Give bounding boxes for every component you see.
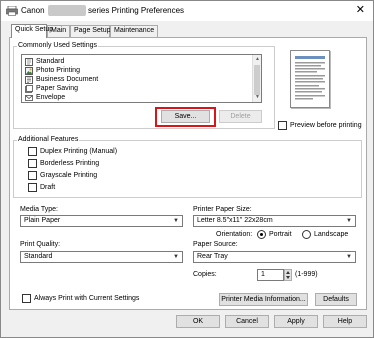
close-icon[interactable]: ✕ [356, 4, 365, 16]
draft-label: Draft [40, 184, 56, 191]
redacted-model-name [48, 5, 86, 16]
radio-unselected[interactable] [302, 230, 311, 239]
document-icon [25, 75, 33, 84]
paper-saving-icon [25, 84, 33, 93]
list-item-label: Envelope [36, 94, 66, 101]
list-item[interactable]: Business Document [25, 75, 98, 84]
page-preview [290, 50, 330, 108]
copies-range: (1-999) [295, 271, 318, 278]
paper-source-label: Paper Source: [193, 241, 238, 248]
window-title-suffix: series Printing Preferences [88, 6, 185, 15]
checkbox-box[interactable] [28, 171, 37, 180]
media-type-dropdown[interactable]: Plain Paper ▼ [20, 215, 183, 227]
list-item-label: Business Document [36, 76, 99, 83]
tab-page-setup[interactable]: Page Setup [70, 25, 111, 37]
print-quality-value: Standard [24, 253, 53, 260]
cancel-button[interactable]: Cancel [225, 315, 269, 328]
duplex-printing-checkbox[interactable]: Duplex Printing (Manual) [28, 147, 117, 156]
checkbox-box[interactable] [28, 183, 37, 192]
printer-paper-size-value: Letter 8.5"x11" 22x28cm [197, 217, 273, 224]
chevron-down-icon: ▼ [173, 218, 179, 224]
tab-maintenance[interactable]: Maintenance [110, 25, 158, 37]
checkbox-box[interactable] [22, 294, 31, 303]
commonly-used-settings-list[interactable]: Standard Photo Printing Business Documen… [21, 54, 262, 103]
delete-button[interactable]: Delete [219, 110, 262, 123]
chevron-down-icon: ▼ [173, 254, 179, 260]
borderless-printing-label: Borderless Printing [40, 160, 100, 167]
stepper-arrows-icon [286, 271, 290, 279]
checkbox-box[interactable] [28, 159, 37, 168]
print-quality-dropdown[interactable]: Standard ▼ [20, 251, 183, 263]
photo-icon [25, 66, 33, 75]
grayscale-printing-checkbox[interactable]: Grayscale Printing [28, 171, 97, 180]
document-preview-icon [295, 56, 325, 100]
media-type-value: Plain Paper [24, 217, 61, 224]
chevron-down-icon: ▼ [346, 254, 352, 260]
radio-selected[interactable] [257, 230, 266, 239]
landscape-label: Landscape [314, 231, 349, 238]
print-quality-label: Print Quality: [20, 241, 61, 248]
checkbox-box[interactable] [278, 121, 287, 130]
preview-before-printing-checkbox[interactable]: Preview before printing [278, 121, 362, 130]
title-bar: Canon series Printing Preferences ✕ [1, 1, 373, 21]
scroll-up-icon[interactable]: ▲ [253, 55, 261, 64]
always-print-checkbox[interactable]: Always Print with Current Settings [22, 294, 139, 303]
tab-quick-setup[interactable]: Quick Setup [11, 24, 53, 38]
copies-label: Copies: [193, 271, 217, 278]
scroll-thumb[interactable] [254, 65, 260, 95]
draft-checkbox[interactable]: Draft [28, 183, 55, 192]
standard-doc-icon [25, 57, 33, 66]
printer-app-icon [6, 6, 18, 16]
list-item[interactable]: Standard [25, 57, 64, 66]
envelope-icon [25, 94, 33, 101]
save-button[interactable]: Save... [161, 110, 210, 123]
commonly-used-settings-label: Commonly Used Settings [17, 42, 98, 49]
preview-before-printing-label: Preview before printing [290, 122, 362, 129]
orientation-label: Orientation: [216, 231, 253, 238]
ok-button[interactable]: OK [176, 315, 220, 328]
paper-source-dropdown[interactable]: Rear Tray ▼ [193, 251, 356, 263]
copies-input[interactable]: 1 [257, 269, 284, 281]
list-item[interactable]: Envelope [25, 93, 65, 102]
list-item[interactable]: Paper Saving [25, 84, 78, 93]
apply-button[interactable]: Apply [274, 315, 318, 328]
printer-paper-size-dropdown[interactable]: Letter 8.5"x11" 22x28cm ▼ [193, 215, 356, 227]
quick-setup-panel: Commonly Used Settings Standard Photo Pr… [9, 37, 367, 310]
media-type-label: Media Type: [20, 206, 59, 213]
checkbox-box[interactable] [28, 147, 37, 156]
list-item-label: Photo Printing [36, 67, 80, 74]
orientation-portrait-radio[interactable]: Portrait [257, 230, 292, 239]
always-print-label: Always Print with Current Settings [34, 295, 140, 302]
list-item-label: Paper Saving [36, 85, 79, 92]
printing-preferences-window: Canon series Printing Preferences ✕ Quic… [0, 0, 374, 338]
additional-features-label: Additional Features [17, 136, 80, 143]
copies-stepper[interactable] [284, 269, 292, 281]
paper-source-value: Rear Tray [197, 253, 228, 260]
window-title-prefix: Canon [21, 6, 45, 15]
scroll-down-icon[interactable]: ▼ [253, 93, 261, 102]
printer-paper-size-label: Printer Paper Size: [193, 206, 252, 213]
help-button[interactable]: Help [323, 315, 367, 328]
grayscale-printing-label: Grayscale Printing [40, 172, 98, 179]
orientation-landscape-radio[interactable]: Landscape [302, 230, 348, 239]
list-item-label: Standard [36, 58, 65, 65]
printer-media-information-button[interactable]: Printer Media Information... [219, 293, 308, 306]
portrait-label: Portrait [269, 231, 292, 238]
duplex-printing-label: Duplex Printing (Manual) [40, 148, 118, 155]
borderless-printing-checkbox[interactable]: Borderless Printing [28, 159, 99, 168]
list-scrollbar[interactable]: ▲ ▼ [252, 55, 261, 102]
chevron-down-icon: ▼ [346, 218, 352, 224]
list-item[interactable]: Photo Printing [25, 66, 80, 75]
defaults-button[interactable]: Defaults [315, 293, 357, 306]
